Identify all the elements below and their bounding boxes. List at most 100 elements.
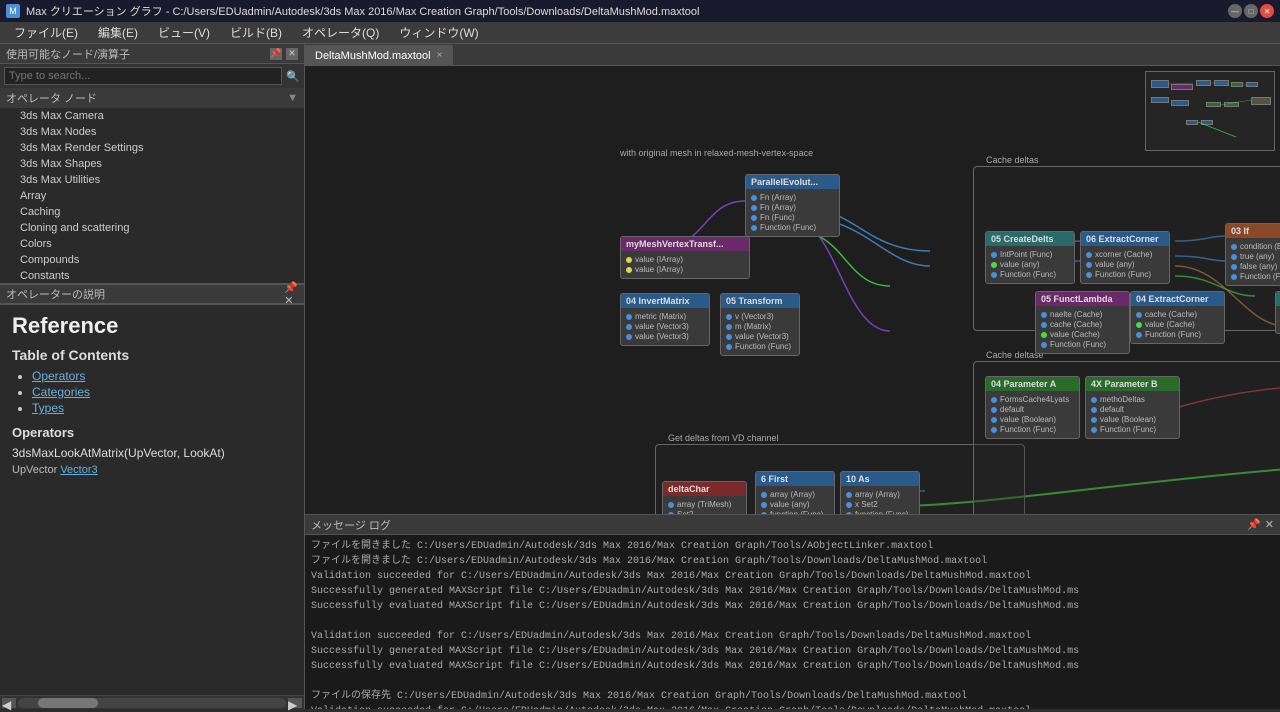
maximize-button[interactable]: □ xyxy=(1244,4,1258,18)
node-list-item-4[interactable]: 3ds Max Utilities xyxy=(0,172,304,188)
node-transform[interactable]: 05 Transform v (Vector3) m (Matrix) valu… xyxy=(720,293,800,356)
log-message: Successfully generated MAXScript file C:… xyxy=(311,584,1274,599)
node-list-item-2[interactable]: 3ds Max Render Settings xyxy=(0,140,304,156)
node-parallel-title: ParallelEvolut... xyxy=(746,175,839,189)
node-create-delts[interactable]: 05 CreateDelts IntPoint (Func) value (an… xyxy=(985,231,1075,284)
node-as[interactable]: 10 As array (Array) x Set2 function (Fun… xyxy=(840,471,920,514)
app-icon: M xyxy=(6,4,20,18)
menu-bar: ファイル(E) 編集(E) ビュー(V) ビルド(B) オペレータ(Q) ウィン… xyxy=(0,22,1280,44)
node-list-item-10[interactable]: Constants xyxy=(0,268,304,283)
log-message: Validation succeeded for C:/Users/EDUadm… xyxy=(311,569,1274,584)
node-list-item-3[interactable]: 3ds Max Shapes xyxy=(0,156,304,172)
node-list-item-6[interactable]: Caching xyxy=(0,204,304,220)
horizontal-scrollbar[interactable]: ◀ ▶ xyxy=(0,695,304,709)
close-button[interactable]: ✕ xyxy=(1260,4,1274,18)
log-message: Successfully evaluated MAXScript file C:… xyxy=(311,659,1274,674)
log-message: Validation succeeded for C:/Users/EDUadm… xyxy=(311,704,1274,709)
node-mesh-transform[interactable]: myMeshVertexTransf... value (IArray) val… xyxy=(620,236,750,279)
search-input[interactable] xyxy=(4,67,282,85)
message-log: メッセージ ログ 📌 ✕ ファイルを開きました C:/Users/EDUadmi… xyxy=(305,514,1280,709)
node-first-title: 6 First xyxy=(756,472,834,486)
log-message: ファイルの保存先 C:/Users/EDUadmin/Autodesk/3ds … xyxy=(311,689,1274,704)
node-x[interactable]: 05 X value (Cache) value (Cache) xyxy=(1275,291,1280,334)
log-message: Successfully generated MAXScript file C:… xyxy=(311,644,1274,659)
scrollbar-track[interactable] xyxy=(18,698,286,708)
search-icon[interactable]: 🔍 xyxy=(286,70,300,83)
menu-window[interactable]: ウィンドウ(W) xyxy=(389,22,488,44)
search-area: 🔍 xyxy=(0,64,304,88)
node-transform-title: 05 Transform xyxy=(721,294,799,308)
node-delta-title: deltaChar xyxy=(663,482,746,496)
log-message: Validation succeeded for C:/Users/EDUadm… xyxy=(311,629,1274,644)
node-invert-title: 04 InvertMatrix xyxy=(621,294,709,308)
node-invert-matrix[interactable]: 04 InvertMatrix metric (Matrix) value (V… xyxy=(620,293,710,346)
tab-close-button[interactable]: × xyxy=(437,50,443,61)
minimize-button[interactable]: — xyxy=(1228,4,1242,18)
scroll-left-button[interactable]: ◀ xyxy=(2,698,16,708)
node-param-b-title: 4X Parameter B xyxy=(1086,377,1179,391)
node-list-item-9[interactable]: Compounds xyxy=(0,252,304,268)
msg-log-close[interactable]: ✕ xyxy=(1265,518,1274,531)
node-param-a[interactable]: 04 Parameter A FormsCache4Lyats default … xyxy=(985,376,1080,439)
scroll-right-button[interactable]: ▶ xyxy=(288,698,302,708)
node-extract2-title: 04 ExtractCorner xyxy=(1131,292,1224,306)
node-param-a-title: 04 Parameter A xyxy=(986,377,1079,391)
node-param-b[interactable]: 4X Parameter B methoDeltas default value… xyxy=(1085,376,1180,439)
reference-title: Reference xyxy=(12,313,292,339)
node-list-item-7[interactable]: Cloning and scattering xyxy=(0,220,304,236)
node-as-title: 10 As xyxy=(841,472,919,486)
get-deltas-title: Get deltas from VD channel xyxy=(664,433,783,443)
node-delta-char[interactable]: deltaChar array (TriMesh) Set2 value (Ar… xyxy=(662,481,747,514)
menu-view[interactable]: ビュー(V) xyxy=(148,22,220,44)
ref-panel-pin[interactable]: 📌 xyxy=(284,281,298,294)
operator-section: オペレータ ノード ▼ xyxy=(0,88,304,108)
graph-label: with original mesh in relaxed-mesh-verte… xyxy=(620,148,813,158)
toc-categories-link[interactable]: Categories xyxy=(32,385,90,399)
node-panel-header: 使用可能なノード/演算子 📌 ✕ xyxy=(0,44,304,64)
node-list-item-8[interactable]: Colors xyxy=(0,236,304,252)
menu-edit[interactable]: 編集(E) xyxy=(88,22,148,44)
menu-file[interactable]: ファイル(E) xyxy=(4,22,88,44)
toc-operators-link[interactable]: Operators xyxy=(32,369,85,383)
reference-panel: Reference Table of Contents Operators Ca… xyxy=(0,304,304,695)
collapse-icon[interactable]: ▼ xyxy=(287,92,298,104)
node-first[interactable]: 6 First array (Array) value (any) functi… xyxy=(755,471,835,514)
menu-operator[interactable]: オペレータ(Q) xyxy=(292,22,389,44)
node-x-title: 05 X xyxy=(1276,292,1280,306)
node-extract-corner2[interactable]: 04 ExtractCorner cache (Cache) value (Ca… xyxy=(1130,291,1225,344)
reference-panel-header: オペレーターの説明 📌 ✕ xyxy=(0,284,304,304)
node-list-item-1[interactable]: 3ds Max Nodes xyxy=(0,124,304,140)
log-message: ファイルを開きました C:/Users/EDUadmin/Autodesk/3d… xyxy=(311,539,1274,554)
node-funct-lambda[interactable]: 05 FunctLambda naelte (Cache) cache (Cac… xyxy=(1035,291,1130,354)
menu-build[interactable]: ビルド(B) xyxy=(220,22,292,44)
minimap[interactable] xyxy=(1145,71,1275,151)
group-title: Cache deltas xyxy=(982,155,1043,165)
active-tab[interactable]: DeltaMushMod.maxtool × xyxy=(305,45,453,65)
message-log-header: メッセージ ログ 📌 ✕ xyxy=(305,515,1280,535)
tab-bar: DeltaMushMod.maxtool × xyxy=(305,44,1280,66)
msg-log-pin[interactable]: 📌 xyxy=(1247,518,1261,531)
toc-heading: Table of Contents xyxy=(12,347,292,363)
panel-pin-button[interactable]: 📌 xyxy=(270,48,282,60)
node-if[interactable]: 03 If condition (Boolean) true (any) fal… xyxy=(1225,223,1280,286)
message-log-content[interactable]: ファイルを開きました C:/Users/EDUadmin/Autodesk/3d… xyxy=(305,535,1280,709)
toc-list: Operators Categories Types xyxy=(32,369,292,415)
title-bar: M Max クリエーション グラフ - C:/Users/EDUadmin/Au… xyxy=(0,0,1280,22)
node-extract-title: 06 ExtractCorner xyxy=(1081,232,1169,246)
panel-close-button[interactable]: ✕ xyxy=(286,48,298,60)
node-extract-corner[interactable]: 06 ExtractCorner xcorner (Cache) value (… xyxy=(1080,231,1170,284)
operators-heading: Operators xyxy=(12,425,292,440)
log-message xyxy=(311,674,1274,689)
toc-types-link[interactable]: Types xyxy=(32,401,64,415)
graph-canvas[interactable]: Cache deltas Get deltas from VD channel … xyxy=(305,66,1280,514)
node-parallel[interactable]: ParallelEvolut... Fn (Array) Fn (Array) … xyxy=(745,174,840,237)
scrollbar-thumb[interactable] xyxy=(38,698,98,708)
node-list-item-5[interactable]: Array xyxy=(0,188,304,204)
message-log-title: メッセージ ログ xyxy=(311,517,391,533)
function-signature: 3dsMaxLookAtMatrix(UpVector, LookAt) xyxy=(12,446,292,460)
node-list-item-0[interactable]: 3ds Max Camera xyxy=(0,108,304,124)
node-create-title: 05 CreateDelts xyxy=(986,232,1074,246)
node-if-title: 03 If xyxy=(1226,224,1280,238)
param1-type-link[interactable]: Vector3 xyxy=(60,464,97,476)
log-message: Successfully evaluated MAXScript file C:… xyxy=(311,599,1274,614)
